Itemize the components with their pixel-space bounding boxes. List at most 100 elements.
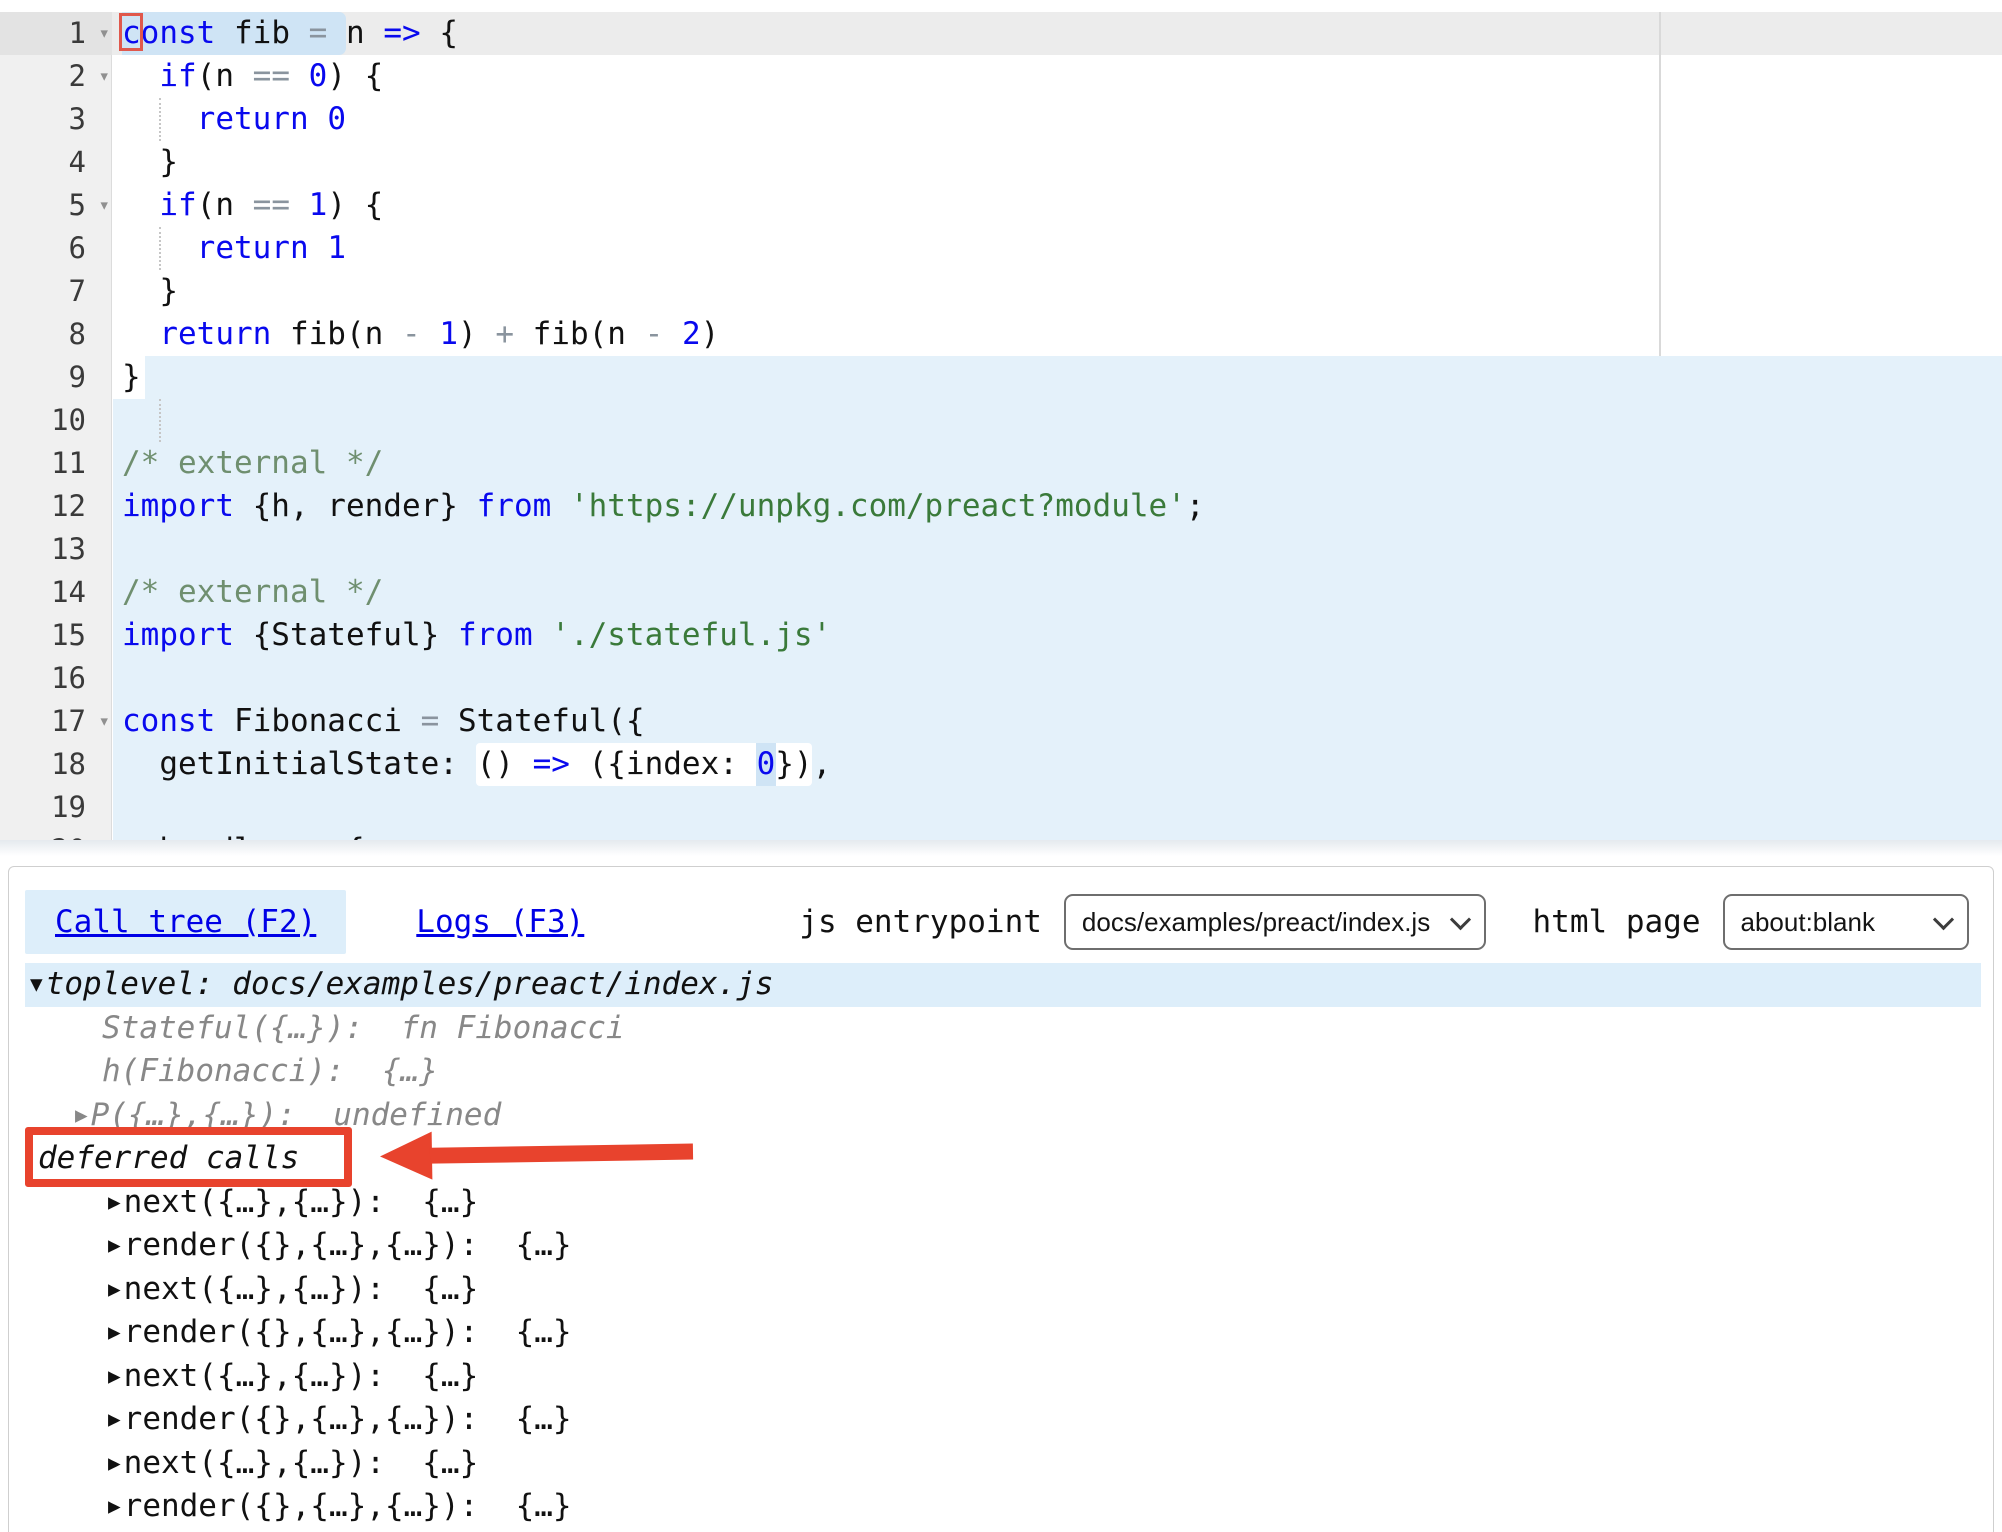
token-pl: (n [197,187,253,223]
code-line[interactable]: if(n == 1) { [0,184,2002,227]
html-page-select[interactable]: about:blank [1723,894,1970,950]
token-kw: import [122,617,234,653]
triangle-collapsed-icon[interactable]: ▶ [108,1485,121,1529]
token-pl: handlers: { [122,832,365,840]
tree-row-muted[interactable]: h(Fibonacci): {…} [25,1050,1981,1094]
code-line[interactable] [0,528,2002,571]
triangle-collapsed-icon[interactable]: ▶ [75,1094,88,1138]
tree-row-call[interactable]: ▶next({…},{…}): {…} [25,1181,1981,1225]
token-pl [122,58,159,94]
token-pl: }), [775,746,831,782]
tree-row-call[interactable]: ▶render({},{…},{…}): {…} [25,1485,1981,1529]
code-line[interactable]: getInitialState: () => ({index: 0}), [0,743,2002,786]
token-op: - [645,316,664,352]
token-com: /* external */ [122,445,383,481]
tree-row-call[interactable]: ▶next({…},{…}): {…} [25,1442,1981,1486]
token-num: 1 [439,316,458,352]
tree-row-text: next({…},{…}): {…} [124,1181,479,1225]
tree-row-toplevel[interactable]: ▼toplevel: docs/examples/preact/index.js [25,963,1981,1007]
token-kw: from [477,488,552,524]
tab-call-tree[interactable]: Call tree (F2) [25,890,346,954]
tree-row-muted[interactable]: Stateful({…}): fn Fibonacci [25,1007,1981,1051]
tree-row-pcall[interactable]: ▶P({…},{…}): undefined [25,1094,1981,1138]
token-pl: n [327,15,383,51]
triangle-collapsed-icon[interactable]: ▶ [108,1181,121,1225]
triangle-collapsed-icon[interactable]: ▶ [108,1224,121,1268]
triangle-expanded-icon[interactable]: ▼ [30,963,43,1007]
triangle-collapsed-icon[interactable]: ▶ [108,1268,121,1312]
code-line[interactable]: import {Stateful} from './stateful.js' [0,614,2002,657]
triangle-collapsed-icon[interactable]: ▶ [108,1398,121,1442]
code-line[interactable]: } [0,141,2002,184]
token-pl [290,187,309,223]
token-kw: => [533,746,570,782]
token-op: + [495,316,514,352]
html-page-value: about:blank [1741,907,1875,938]
code-line[interactable]: /* external */ [0,442,2002,485]
code-line[interactable]: } [0,270,2002,313]
token-op: == [253,187,290,223]
token-pl [122,316,159,352]
code-line[interactable]: /* external */ [0,571,2002,614]
token-pl: ) { [327,58,383,94]
tree-row-text: render({},{…},{…}): {…} [124,1224,572,1268]
code-line[interactable]: const Fibonacci = Stateful({ [0,700,2002,743]
js-entrypoint-select[interactable]: docs/examples/preact/index.js [1064,894,1486,950]
token-pl: ) { [327,187,383,223]
token-kw: return [197,230,309,266]
token-op: == [253,58,290,94]
token-kw: from [458,617,533,653]
token-pl: ({index: [570,746,757,782]
token-pl [122,101,197,137]
tree-row-label[interactable]: deferred calls [25,1137,1981,1181]
token-op: = [421,703,440,739]
html-page-label: html page [1533,904,1701,940]
token-pl: Fibonacci [215,703,420,739]
token-num: 1 [327,230,346,266]
tree-row-call[interactable]: ▶render({},{…},{…}): {…} [25,1311,1981,1355]
code-line[interactable]: return 1 [0,227,2002,270]
tree-row-text: render({},{…},{…}): {…} [124,1311,572,1355]
tree-row-call[interactable]: ▶render({},{…},{…}): {…} [25,1224,1981,1268]
tree-row-call[interactable]: ▶next({…},{…}): {…} [25,1355,1981,1399]
token-pl: fib(n [514,316,645,352]
code-line[interactable] [0,786,2002,829]
token-num: 0 [757,746,776,782]
triangle-collapsed-icon[interactable]: ▶ [108,1355,121,1399]
tree-row-text: next({…},{…}): {…} [124,1268,479,1312]
token-pl: ) [701,316,720,352]
code-line[interactable]: return 0 [0,98,2002,141]
code-lines[interactable]: const fib = n => { if(n == 0) { return 0… [0,12,2002,840]
code-line[interactable] [0,399,2002,442]
token-num: 0 [327,101,346,137]
code-line[interactable]: if(n == 0) { [0,55,2002,98]
code-line[interactable]: const fib = n => { [0,12,2002,55]
token-kw: if [159,58,196,94]
editor-bottom-shadow [0,840,2002,856]
triangle-collapsed-icon[interactable]: ▶ [108,1311,121,1355]
code-line[interactable]: return fib(n - 1) + fib(n - 2) [0,313,2002,356]
code-line[interactable]: import {h, render} from 'https://unpkg.c… [0,485,2002,528]
code-line[interactable] [0,657,2002,700]
token-pl: { [421,15,458,51]
token-pl [533,617,552,653]
token-str: './stateful.js' [551,617,831,653]
triangle-collapsed-icon[interactable]: ▶ [108,1442,121,1486]
tab-logs[interactable]: Logs (F3) [416,904,584,940]
code-editor[interactable]: 1▾2▾345▾67891011121314151617▾181920 cons… [0,0,2002,840]
token-pl [551,488,570,524]
tree-row-call[interactable]: ▶render({},{…},{…}): {…} [25,1398,1981,1442]
code-line[interactable]: } [0,356,2002,399]
token-pl [663,316,682,352]
tree-row-call[interactable]: ▶next({…},{…}): {…} [25,1268,1981,1312]
token-pl: ; [1186,488,1205,524]
token-pl: {Stateful} [234,617,458,653]
token-pl: } [122,273,178,309]
token-kw: return [197,101,309,137]
token-kw: if [159,187,196,223]
js-entrypoint-label: js entrypoint [799,904,1042,940]
code-line[interactable]: handlers: { [0,829,2002,840]
tree-row-text: Stateful({…}): fn Fibonacci [102,1007,625,1051]
token-pl: } [122,144,178,180]
token-op: = [309,15,328,51]
